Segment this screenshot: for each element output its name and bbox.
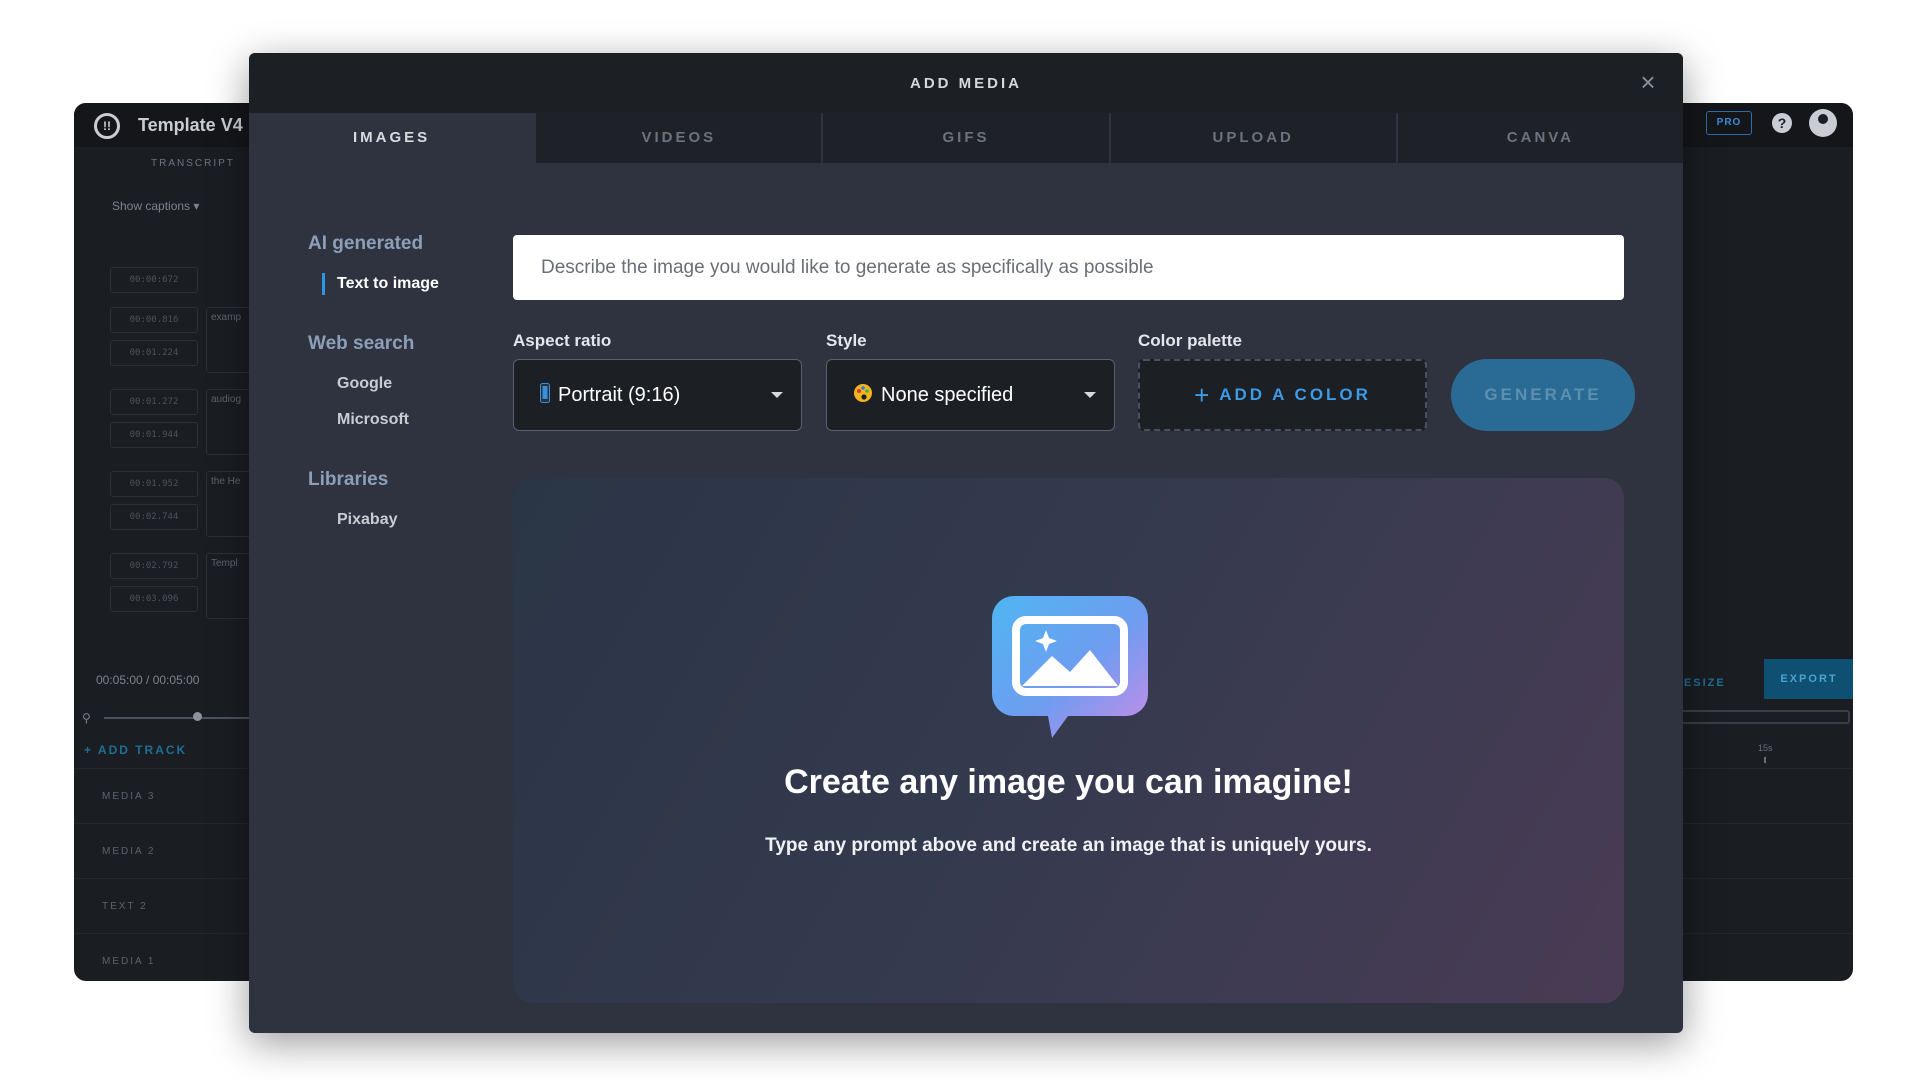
sidebar-group-web-search: Web search [308, 333, 415, 354]
caption-end-time[interactable]: 00:01.224 [110, 340, 198, 366]
caption-end-time[interactable]: 00:02.744 [110, 504, 198, 530]
tab-upload[interactable]: UPLOAD [1108, 113, 1396, 163]
caption-start-time[interactable]: 00:00.816 [110, 307, 198, 333]
sidebar-item-google[interactable]: Google [337, 375, 488, 393]
modal-header: ADD MEDIA × [249, 53, 1683, 113]
tab-canva[interactable]: CANVA [1395, 113, 1683, 163]
export-button[interactable]: EXPORT [1764, 659, 1853, 699]
empty-state-subtitle: Type any prompt above and create an imag… [765, 835, 1372, 856]
transcript-tab[interactable]: TRANSCRIPT [151, 158, 235, 169]
add-color-button[interactable]: + ADD A COLOR [1138, 359, 1427, 431]
add-track-button[interactable]: + ADD TRACK [84, 743, 187, 757]
add-color-label: ADD A COLOR [1219, 385, 1371, 404]
sidebar-group-ai: AI generated [308, 233, 424, 254]
caption-row: 00:00:672 [110, 243, 270, 301]
color-palette-label: Color palette [1138, 331, 1242, 350]
close-icon[interactable]: × [1633, 67, 1663, 97]
caption-start-time[interactable]: 00:00:672 [110, 267, 198, 293]
user-avatar-icon[interactable] [1809, 109, 1837, 137]
help-icon[interactable]: ? [1772, 113, 1792, 133]
modal-title: ADD MEDIA [910, 75, 1022, 92]
caption-end-time[interactable]: 00:01.944 [110, 422, 198, 448]
phone-icon [540, 382, 550, 408]
sidebar-item-text-to-image[interactable]: Text to image [322, 273, 488, 295]
show-captions-dropdown[interactable]: Show captions ▾ [112, 199, 199, 213]
timeline-scrubber[interactable] [1674, 710, 1850, 724]
sidebar-item-microsoft[interactable]: Microsoft [337, 411, 488, 429]
media-tabs: IMAGES VIDEOS GIFS UPLOAD CANVA [249, 113, 1683, 163]
sidebar-item-pixabay[interactable]: Pixabay [337, 511, 488, 529]
aspect-ratio-label: Aspect ratio [513, 331, 612, 350]
caption-row: 00:01.272 00:01.944 audiog [110, 383, 270, 465]
playback-time: 00:05:00 / 00:05:00 [96, 673, 200, 687]
empty-state-panel: Create any image you can imagine! Type a… [513, 478, 1624, 1003]
zoom-slider-handle[interactable] [193, 712, 202, 721]
style-value: None specified [881, 383, 1014, 406]
zoom-icon: ⚲ [82, 711, 91, 725]
tab-videos[interactable]: VIDEOS [534, 113, 822, 163]
image-prompt-input[interactable] [513, 235, 1624, 300]
chevron-down-icon [1084, 392, 1096, 398]
caption-list: 00:00:672 00:00.816 00:01.224 examp 00:0… [110, 243, 270, 629]
empty-state-title: Create any image you can imagine! [784, 763, 1353, 801]
timeline-marker: 15s [1758, 743, 1773, 753]
generate-button[interactable]: GENERATE [1451, 359, 1635, 431]
plus-icon: + [1194, 379, 1210, 410]
add-media-modal: ADD MEDIA × IMAGES VIDEOS GIFS UPLOAD CA… [249, 53, 1683, 1033]
sidebar-group-libraries: Libraries [308, 469, 389, 490]
style-select[interactable]: None specified [826, 359, 1115, 431]
tab-images[interactable]: IMAGES [249, 113, 535, 163]
pro-badge[interactable]: PRO [1706, 111, 1752, 135]
style-label: Style [826, 331, 867, 350]
zoom-slider-track[interactable] [104, 717, 249, 719]
caption-row: 00:01.952 00:02.744 the He [110, 465, 270, 547]
aspect-ratio-select[interactable]: Portrait (9:16) [513, 359, 802, 431]
tab-gifs[interactable]: GIFS [821, 113, 1109, 163]
chevron-down-icon [771, 392, 783, 398]
app-logo-icon[interactable]: !! [94, 113, 120, 139]
caption-end-time[interactable]: 00:03.096 [110, 586, 198, 612]
caption-row: 00:00.816 00:01.224 examp [110, 301, 270, 383]
caption-start-time[interactable]: 00:01.952 [110, 471, 198, 497]
caption-start-time[interactable]: 00:01.272 [110, 389, 198, 415]
caption-start-time[interactable]: 00:02.792 [110, 553, 198, 579]
source-sidebar: AI generated Text to image Web search Go… [308, 233, 488, 547]
aspect-ratio-value: Portrait (9:16) [558, 383, 681, 406]
timeline-tick [1764, 757, 1766, 763]
caption-row: 00:02.792 00:03.096 Templ [110, 547, 270, 629]
image-chat-bubble-icon [990, 594, 1150, 742]
project-title[interactable]: Template V4 [138, 115, 243, 136]
palette-icon [853, 383, 873, 408]
